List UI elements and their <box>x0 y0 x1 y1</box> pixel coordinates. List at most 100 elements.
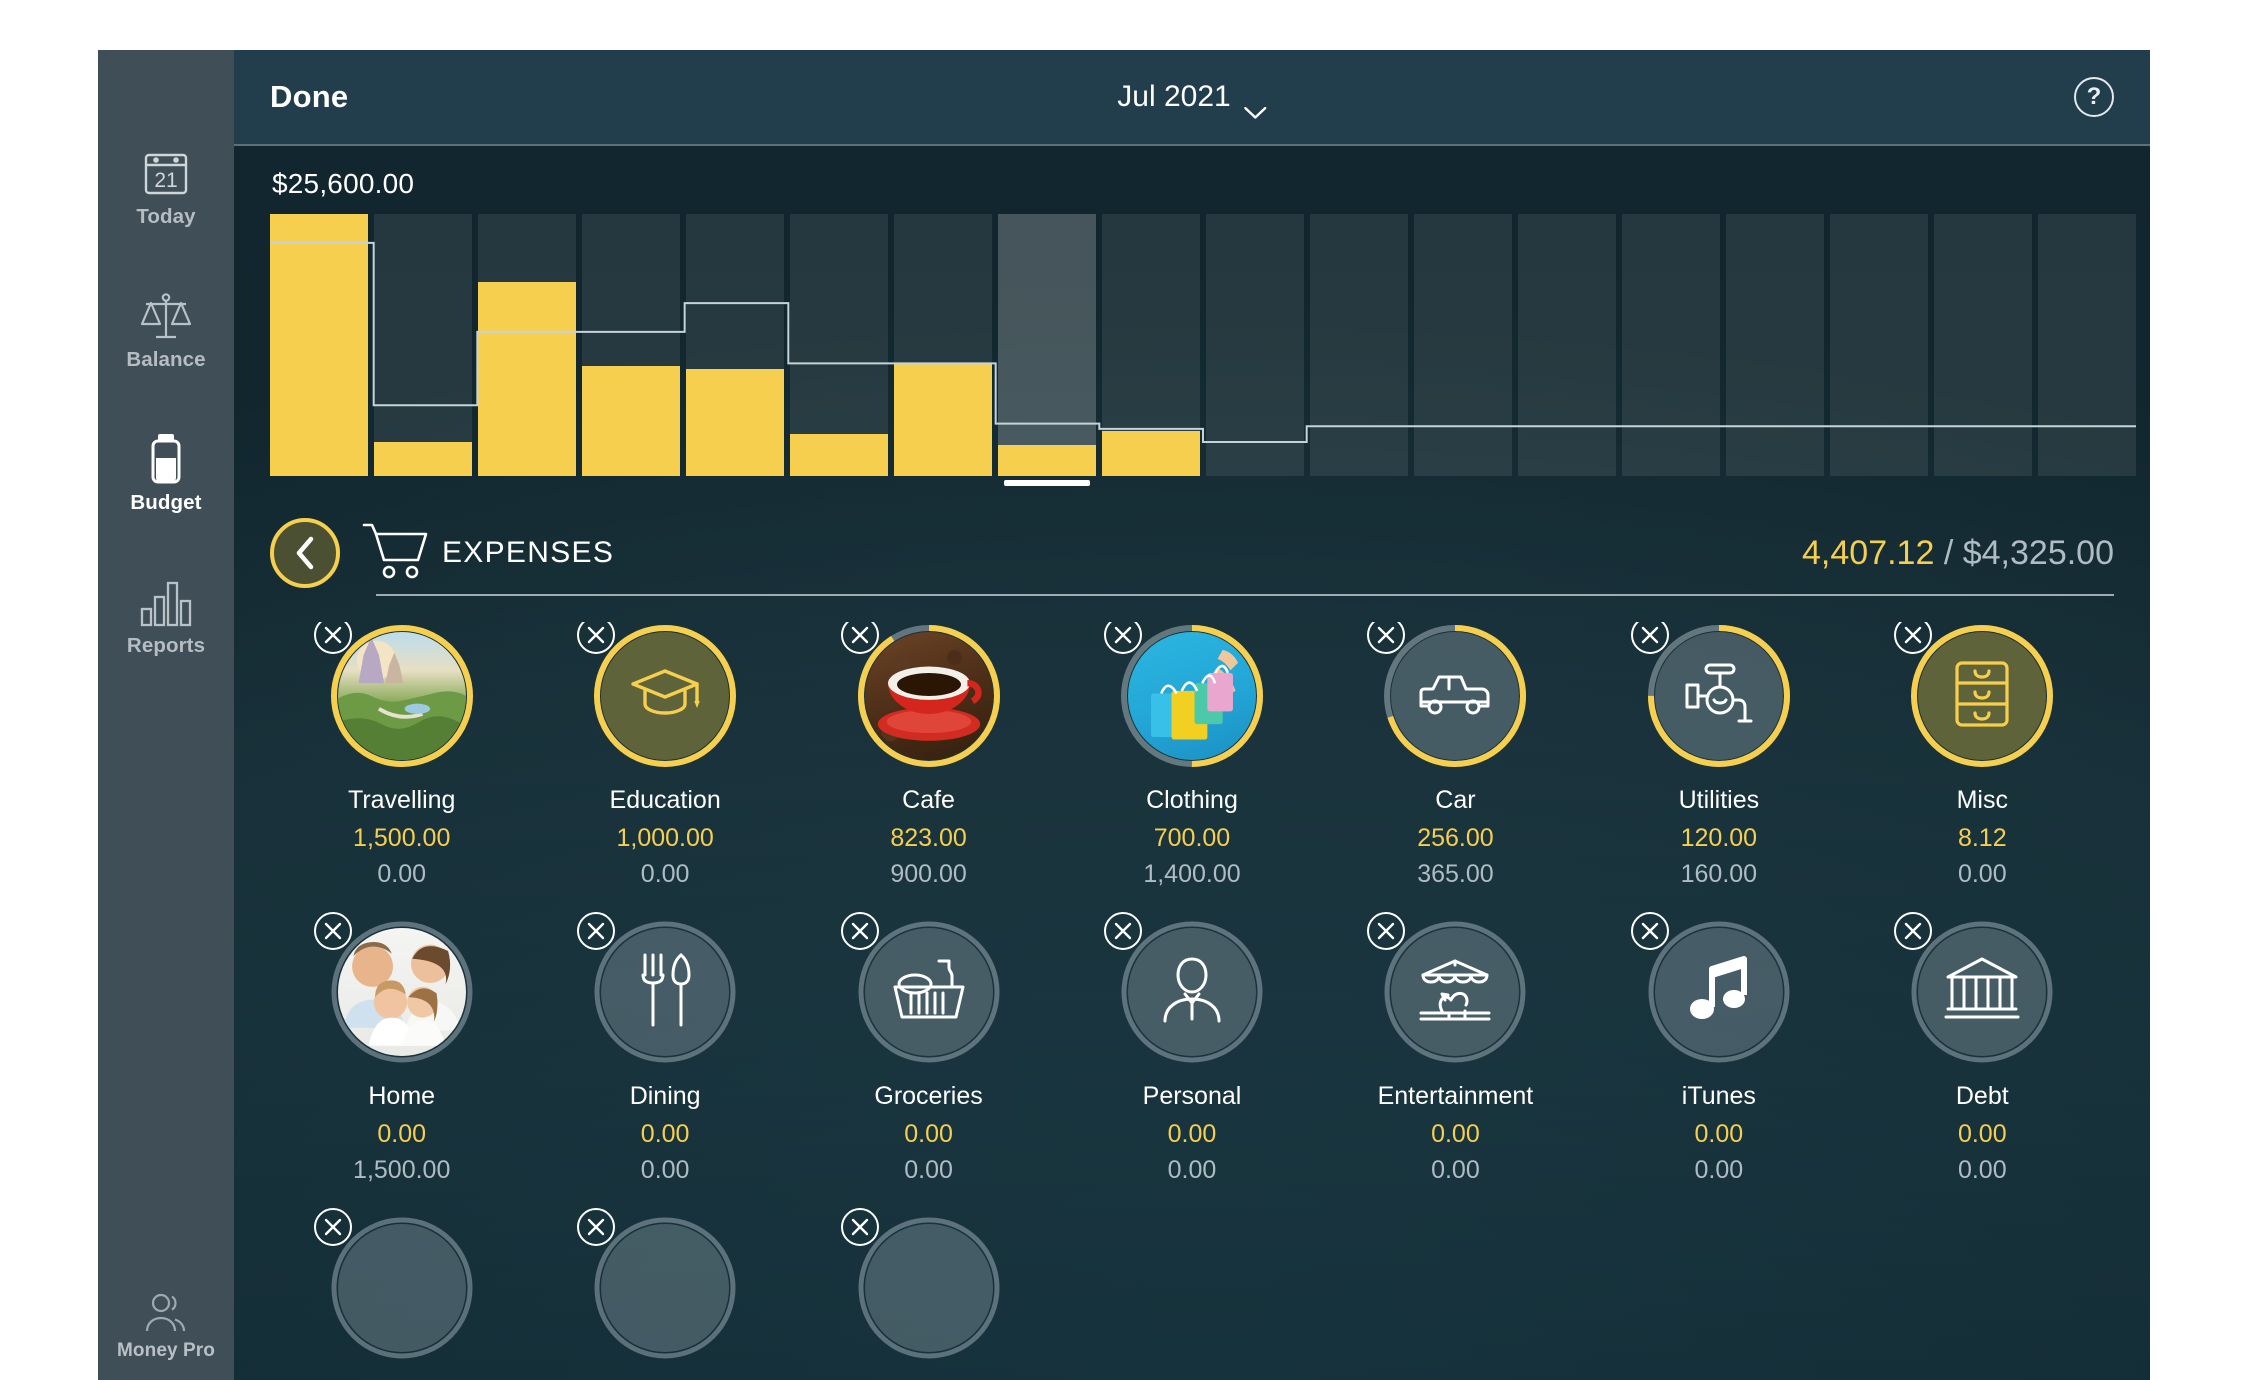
chart-bar[interactable] <box>1622 214 1720 476</box>
category-budget: 365.00 <box>1417 860 1494 888</box>
category-avatar[interactable] <box>313 1208 476 1362</box>
sidebar-item-balance[interactable]: Balance <box>98 285 234 372</box>
category-item[interactable]: Car 256.00 365.00 <box>1324 622 1587 918</box>
sidebar: 21 Today Balance Budget Reports Money Pro <box>98 50 234 1380</box>
delete-category-button[interactable] <box>1103 912 1142 950</box>
chart-bar[interactable] <box>998 214 1096 486</box>
category-avatar[interactable] <box>840 1208 1003 1362</box>
category-budget: 0.00 <box>1957 1156 2007 1184</box>
delete-category-button[interactable] <box>577 912 616 950</box>
category-item[interactable]: Travelling 1,500.00 0.00 <box>270 622 533 918</box>
close-icon <box>324 1218 341 1236</box>
category-avatar[interactable] <box>1894 912 2056 1066</box>
category-item[interactable]: Debt 0.00 0.00 <box>1851 912 2114 1214</box>
category-budget: 900.00 <box>890 860 967 888</box>
category-spent: 700.00 <box>1153 824 1231 852</box>
chart-bar[interactable] <box>1310 214 1408 476</box>
done-button[interactable]: Done <box>270 79 348 115</box>
delete-category-button[interactable] <box>1894 912 1933 950</box>
category-item[interactable]: Cafe 823.00 900.00 <box>797 622 1060 918</box>
chart-bar[interactable] <box>374 214 472 476</box>
category-avatar[interactable] <box>1103 912 1266 1066</box>
chart-bar[interactable] <box>1518 214 1616 476</box>
delete-category-button[interactable] <box>840 912 879 950</box>
sidebar-item-money-pro[interactable]: Money Pro <box>98 1277 234 1362</box>
close-icon <box>324 626 341 644</box>
chart-bar-value <box>374 441 472 476</box>
category-item[interactable]: Home 0.00 1,500.00 <box>270 912 533 1214</box>
category-item[interactable]: Clothing 700.00 1,400.00 <box>1060 622 1323 918</box>
chart-bar[interactable] <box>478 214 576 476</box>
chart-bar[interactable] <box>790 214 888 476</box>
category-icon-circle <box>337 632 466 760</box>
category-avatar[interactable] <box>1630 912 1793 1066</box>
category-avatar[interactable] <box>1367 912 1529 1066</box>
category-item[interactable] <box>797 1208 1060 1380</box>
fork-knife-icon <box>635 951 695 1034</box>
category-avatar[interactable] <box>1103 622 1266 770</box>
category-avatar[interactable] <box>577 622 739 770</box>
delete-category-button[interactable] <box>313 1208 352 1246</box>
category-item[interactable]: iTunes 0.00 0.00 <box>1587 912 1850 1214</box>
category-item[interactable]: Misc 8.12 0.00 <box>1851 622 2114 918</box>
chart-bar[interactable] <box>686 214 784 476</box>
category-budget: 0.00 <box>377 860 427 888</box>
close-icon <box>587 1218 605 1236</box>
sidebar-item-budget[interactable]: Budget <box>98 428 234 515</box>
category-spent: 1,500.00 <box>353 824 451 852</box>
delete-category-button[interactable] <box>840 1208 879 1246</box>
chart-bar[interactable] <box>2038 214 2136 476</box>
category-name: Personal <box>1142 1082 1242 1110</box>
category-item[interactable]: Personal 0.00 0.00 <box>1060 912 1323 1214</box>
chart-bar[interactable] <box>270 214 368 476</box>
close-icon <box>1378 626 1395 644</box>
category-item[interactable]: Dining 0.00 0.00 <box>533 912 796 1214</box>
chart-bar[interactable] <box>1102 214 1200 476</box>
category-avatar[interactable] <box>1894 622 2056 770</box>
category-item[interactable]: Utilities 120.00 160.00 <box>1587 622 1850 918</box>
month-selector[interactable]: Jul 2021 <box>1117 80 1267 119</box>
sidebar-item-reports[interactable]: Reports <box>98 571 234 658</box>
travel-photo <box>337 632 466 760</box>
category-grid: Travelling 1,500.00 0.00 Education 1,000.00 0… <box>270 622 2114 1380</box>
category-item[interactable]: Education 1,000.00 0.00 <box>533 622 796 918</box>
category-item[interactable] <box>533 1208 796 1380</box>
chart-bar[interactable] <box>1934 214 2032 476</box>
chart-bar[interactable] <box>582 214 680 476</box>
category-avatar[interactable] <box>313 912 476 1066</box>
category-icon-circle <box>601 632 730 760</box>
category-budget: 0.00 <box>1957 860 2007 888</box>
category-avatar[interactable] <box>840 622 1003 770</box>
monthly-bar-chart[interactable] <box>270 214 2136 486</box>
category-avatar[interactable] <box>840 912 1003 1066</box>
category-name: iTunes <box>1681 1082 1756 1110</box>
chart-bar[interactable] <box>1726 214 1824 476</box>
chart-bar[interactable] <box>1830 214 1928 476</box>
category-item[interactable]: Entertainment 0.00 0.00 <box>1324 912 1587 1214</box>
chevron-down-icon <box>1244 93 1267 119</box>
close-icon <box>1114 626 1132 644</box>
delete-category-button[interactable] <box>1630 912 1669 950</box>
delete-category-button[interactable] <box>577 1208 616 1246</box>
bank-icon <box>1944 955 2020 1030</box>
chart-bar[interactable] <box>894 214 992 476</box>
close-icon <box>324 922 341 940</box>
help-button[interactable]: ? <box>2074 77 2114 117</box>
delete-category-button[interactable] <box>313 912 352 950</box>
category-avatar[interactable] <box>577 1208 739 1362</box>
chart-bar-track <box>1518 214 1616 476</box>
chart-total-amount: $25,600.00 <box>272 168 415 199</box>
category-avatar[interactable] <box>577 912 739 1066</box>
category-avatar[interactable] <box>313 622 476 770</box>
chart-bar-value <box>1102 431 1200 476</box>
calendar-21-icon: 21 <box>143 142 189 198</box>
chart-bar[interactable] <box>1206 214 1304 476</box>
chart-bar[interactable] <box>1414 214 1512 476</box>
category-avatar[interactable] <box>1630 622 1793 770</box>
sidebar-item-today[interactable]: 21 Today <box>98 142 234 229</box>
back-button[interactable] <box>270 518 340 588</box>
category-avatar[interactable] <box>1367 622 1529 770</box>
category-item[interactable] <box>270 1208 533 1380</box>
category-item[interactable]: Groceries 0.00 0.00 <box>797 912 1060 1214</box>
expenses-spent: 4,407.12 <box>1802 533 1935 572</box>
